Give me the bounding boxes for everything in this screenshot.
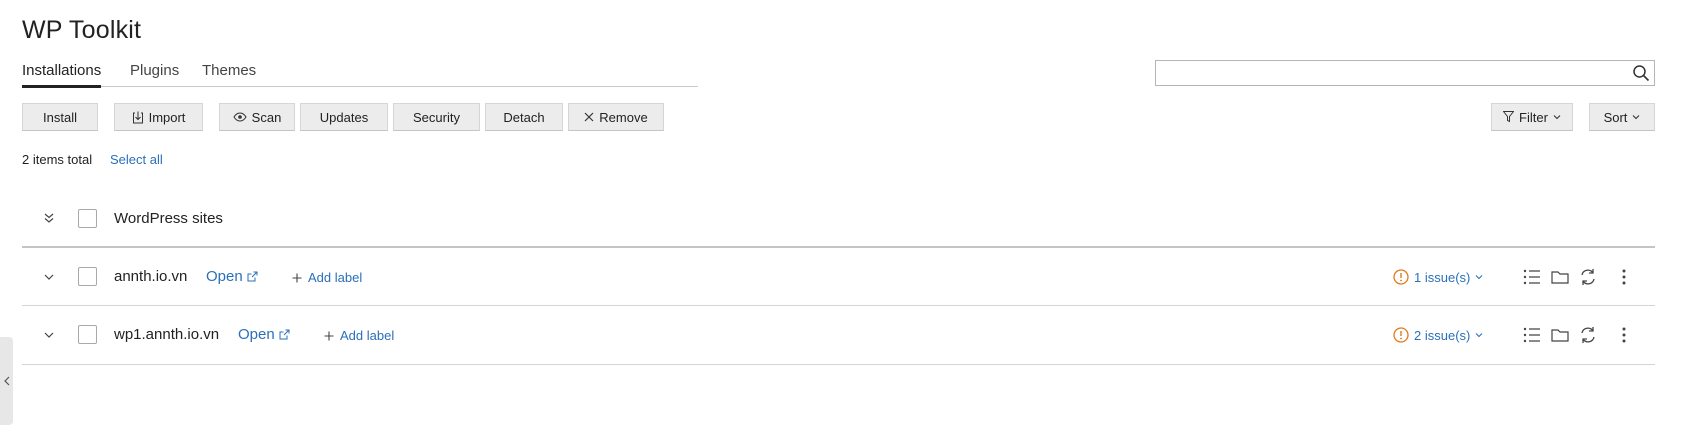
add-label-button[interactable]: Add label [324,328,394,343]
more-options-icon[interactable] [1614,325,1634,345]
group-label: WordPress sites [114,210,223,227]
issues-count: 1 issue(s) [1414,269,1471,285]
search-input[interactable] [1156,61,1628,83]
divider [22,305,1655,306]
folder-icon[interactable] [1550,325,1570,345]
open-site-link[interactable]: Open [238,326,290,343]
refresh-icon[interactable] [1578,267,1598,287]
eye-icon [233,112,247,122]
divider [22,246,1655,248]
group-checkbox[interactable] [78,209,97,228]
import-button-label: Import [148,109,186,125]
chevron-down-icon [1633,115,1640,120]
list-details-icon[interactable] [1522,325,1542,345]
warning-icon [1393,327,1409,343]
divider [22,364,1655,365]
detach-button-label: Detach [503,109,545,125]
chevron-down-icon [1475,275,1483,280]
detach-button[interactable]: Detach [485,103,563,131]
select-all-link[interactable]: Select all [110,152,163,167]
open-site-link[interactable]: Open [206,268,258,285]
import-button[interactable]: Import [114,103,203,131]
add-label-text: Add label [340,328,395,343]
expand-row-icon[interactable] [42,328,56,342]
row-checkbox[interactable] [78,267,97,286]
refresh-icon[interactable] [1578,325,1598,345]
chevron-down-icon [1475,333,1483,338]
tab-bar: Installations Plugins Themes [22,62,698,88]
warning-icon [1393,269,1409,285]
filter-button[interactable]: Filter [1491,103,1573,131]
folder-icon[interactable] [1550,267,1570,287]
security-button-label: Security [413,109,460,125]
filter-icon [1503,111,1515,123]
items-total: 2 items total [22,152,93,167]
list-details-icon[interactable] [1522,267,1542,287]
tab-themes[interactable]: Themes [202,62,256,79]
updates-button-label: Updates [319,109,369,125]
filter-button-label: Filter [1519,109,1548,125]
open-link-label: Open [206,268,243,285]
external-link-icon [247,271,258,282]
scan-button[interactable]: Scan [219,103,295,131]
issues-count: 2 issue(s) [1414,327,1471,343]
issues-dropdown[interactable]: 2 issue(s) [1393,327,1483,343]
site-domain[interactable]: annth.io.vn [114,268,187,285]
page-title: WP Toolkit [22,16,142,44]
add-label-text: Add label [308,270,363,285]
row-checkbox[interactable] [78,325,97,344]
chevron-left-icon [3,376,9,386]
add-label-button[interactable]: Add label [292,270,362,285]
tab-plugins[interactable]: Plugins [130,62,179,79]
install-button[interactable]: Install [22,103,98,131]
remove-button[interactable]: Remove [568,103,664,131]
plus-icon [292,273,302,282]
install-button-label: Install [43,109,77,125]
expand-row-icon[interactable] [42,270,56,284]
more-options-icon[interactable] [1614,267,1634,287]
open-link-label: Open [238,326,275,343]
sidebar-toggle[interactable] [0,337,13,425]
remove-button-label: Remove [599,109,648,125]
issues-dropdown[interactable]: 1 issue(s) [1393,269,1483,285]
import-icon [132,111,143,123]
security-button[interactable]: Security [393,103,480,131]
sort-button-label: Sort [1603,109,1628,125]
scan-button-label: Scan [251,109,282,125]
search-icon[interactable] [1632,64,1650,82]
sort-button[interactable]: Sort [1589,103,1655,131]
chevron-down-icon [1553,115,1561,120]
collapse-all-icon[interactable] [42,211,56,225]
updates-button[interactable]: Updates [300,103,388,131]
search-box [1155,60,1655,86]
plus-icon [324,331,334,340]
site-domain[interactable]: wp1.annth.io.vn [114,326,219,343]
tab-installations[interactable]: Installations [22,62,102,88]
external-link-icon [279,329,290,340]
close-icon [584,112,594,122]
